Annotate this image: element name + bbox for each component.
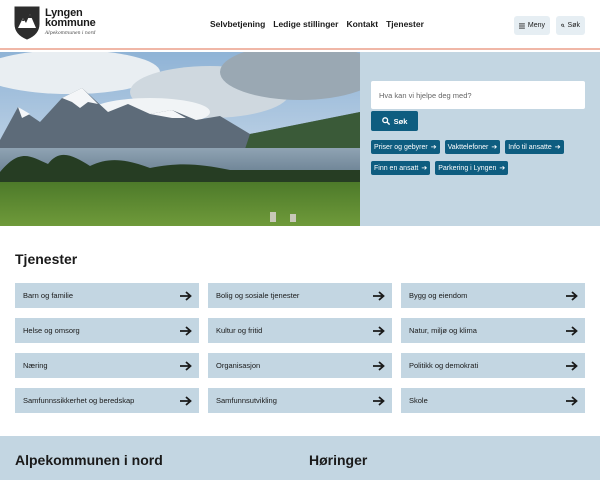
search-submit-label: Søk <box>393 116 408 126</box>
alpekommunen-heading: Alpekommunen i nord <box>15 452 163 468</box>
menu-label: Meny <box>527 22 545 29</box>
arrow-right-icon: ➔ <box>491 144 498 151</box>
quick-link-vakttelefoner[interactable]: Vakttelefoner ➔ <box>444 140 501 154</box>
services-grid: Barn og familie Bolig og sosiale tjenest… <box>15 283 585 413</box>
site-header: Lyngen kommune Alpekommunen i nord Selvb… <box>0 0 600 50</box>
site-logo[interactable]: Lyngen kommune Alpekommunen i nord <box>14 6 124 42</box>
header-search-label: Søk <box>567 22 580 29</box>
service-card[interactable]: Natur, miljø og klima <box>401 318 585 343</box>
hero-landscape-image <box>0 52 360 226</box>
main-nav: Selvbetjening Ledige stillinger Kontakt … <box>210 19 424 29</box>
nav-ledige-stillinger[interactable]: Ledige stillinger <box>273 19 338 29</box>
arrow-right-icon: ➔ <box>421 165 428 172</box>
service-card[interactable]: Bygg og eiendom <box>401 283 585 308</box>
horinger-heading: Høringer <box>309 452 368 468</box>
arrow-right-icon: ➔ <box>430 144 437 151</box>
quick-link-priser[interactable]: Priser og gebyrer ➔ <box>371 140 440 154</box>
header-search-button[interactable]: Søk <box>556 16 585 35</box>
arrow-right-icon: ➔ <box>499 165 506 172</box>
nav-tjenester[interactable]: Tjenester <box>386 19 424 29</box>
coat-of-arms-icon <box>14 6 40 40</box>
search-icon <box>381 117 390 125</box>
nav-selvbetjening[interactable]: Selvbetjening <box>210 19 265 29</box>
service-card[interactable]: Næring <box>15 353 199 378</box>
arrow-right-icon: ➔ <box>554 144 561 151</box>
arrow-right-icon <box>566 325 578 336</box>
hero-section: Søk Priser og gebyrer➔ Vakttelefoner➔ In… <box>0 52 600 226</box>
arrow-right-icon <box>566 360 578 371</box>
search-submit-button[interactable]: Søk <box>371 111 418 131</box>
arrow-right-icon <box>566 395 578 406</box>
service-card[interactable]: Helse og omsorg <box>15 318 199 343</box>
arrow-right-icon <box>373 395 385 406</box>
quick-link-finn-ansatt[interactable]: Finn en ansatt ➔ <box>371 161 431 175</box>
service-card[interactable]: Skole <box>401 388 585 413</box>
arrow-right-icon <box>180 325 192 336</box>
quick-link-info-ansatte[interactable]: Info til ansatte ➔ <box>505 140 564 154</box>
search-icon <box>561 23 565 28</box>
logo-name-line2: kommune <box>45 17 96 29</box>
hero-search-panel: Søk Priser og gebyrer➔ Vakttelefoner➔ In… <box>371 81 585 175</box>
quick-links: Priser og gebyrer ➔ Vakttelefoner ➔ Info t… <box>371 140 585 175</box>
nav-kontakt[interactable]: Kontakt <box>346 19 378 29</box>
service-card[interactable]: Barn og familie <box>15 283 199 308</box>
logo-tagline: Alpekommunen i nord <box>45 31 96 36</box>
arrow-right-icon <box>180 395 192 406</box>
arrow-right-icon <box>566 290 578 301</box>
arrow-right-icon <box>373 290 385 301</box>
arrow-right-icon <box>373 360 385 371</box>
quick-link-parkering[interactable]: Parkering i Lyngen ➔ <box>435 161 509 175</box>
service-card[interactable]: Politikk og demokrati <box>401 353 585 378</box>
arrow-right-icon <box>373 325 385 336</box>
service-card[interactable]: Kultur og fritid <box>208 318 392 343</box>
menu-button[interactable]: Meny <box>514 16 550 35</box>
service-card[interactable]: Bolig og sosiale tjenester <box>208 283 392 308</box>
arrow-right-icon <box>180 290 192 301</box>
arrow-right-icon <box>180 360 192 371</box>
search-input[interactable] <box>371 81 585 109</box>
service-card[interactable]: Samfunnsutvikling <box>208 388 392 413</box>
bottom-section: Alpekommunen i nord Høringer <box>0 436 600 480</box>
services-heading: Tjenester <box>15 251 78 267</box>
hamburger-icon <box>519 22 525 29</box>
service-card[interactable]: Samfunnssikkerhet og beredskap <box>15 388 199 413</box>
service-card[interactable]: Organisasjon <box>208 353 392 378</box>
